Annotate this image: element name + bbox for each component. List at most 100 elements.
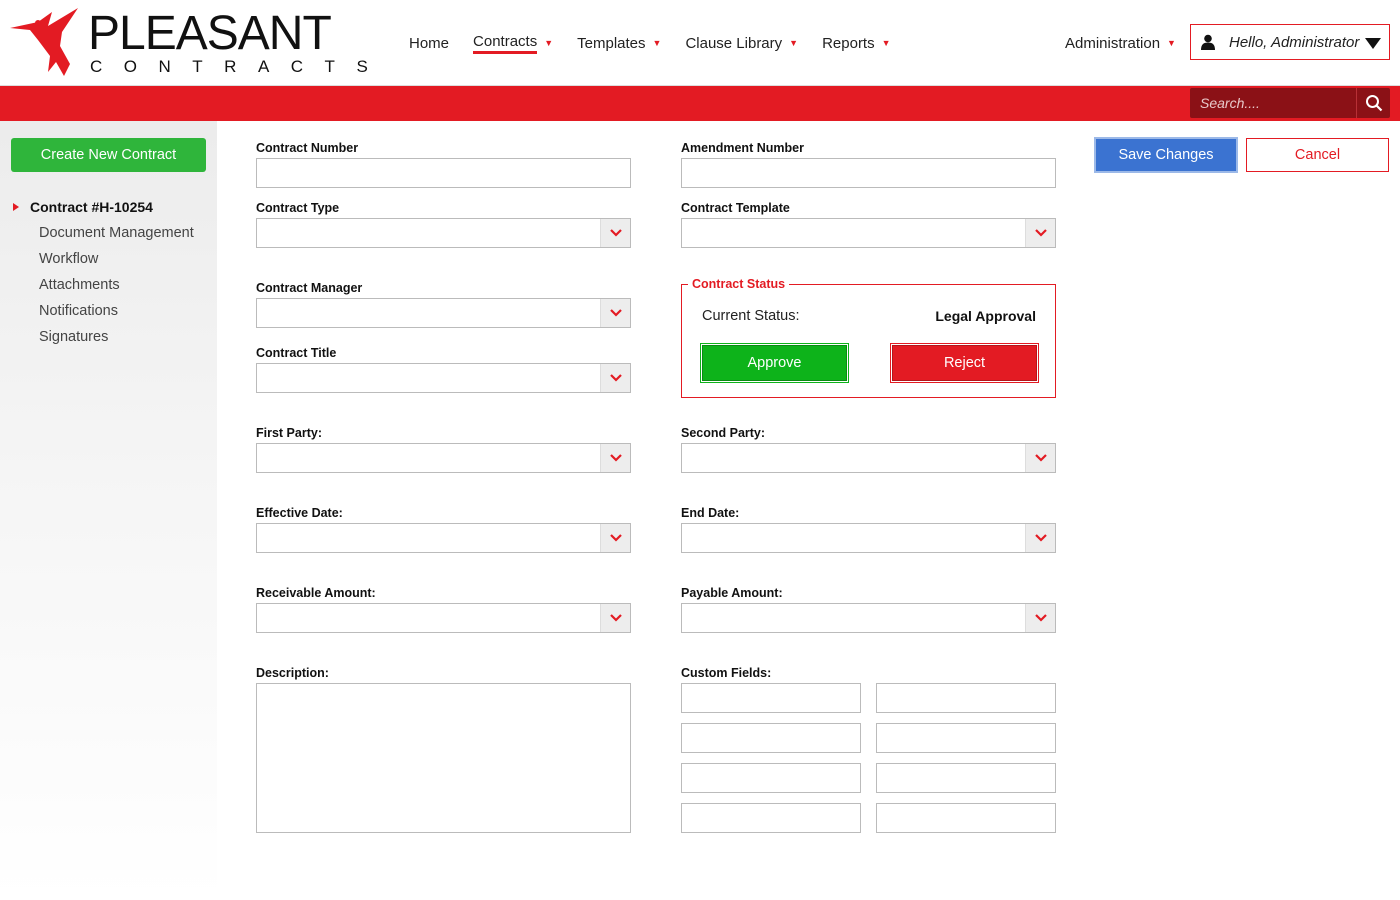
end-date-select[interactable]	[681, 523, 1056, 553]
sidebar-list: Document Management Workflow Attachments…	[39, 225, 194, 355]
description-input[interactable]	[257, 684, 630, 832]
amendment-number-field	[681, 158, 1056, 188]
nav-contracts-label: Contracts	[473, 33, 538, 54]
nav-home[interactable]: Home	[409, 32, 449, 54]
amendment-number-label: Amendment Number	[681, 141, 804, 155]
custom-field	[681, 803, 861, 833]
amendment-number-input[interactable]	[682, 159, 1055, 187]
caret-down-icon: ▼	[881, 38, 891, 48]
sidebar-current-contract-label: Contract #H-10254	[30, 199, 153, 215]
caret-down-icon: ▼	[1167, 38, 1176, 48]
nav-templates-label: Templates	[577, 34, 646, 52]
chevron-down-icon	[1025, 219, 1055, 247]
contract-number-field	[256, 158, 631, 188]
custom-fields-label: Custom Fields:	[681, 666, 772, 680]
chevron-down-icon	[600, 364, 630, 392]
contract-template-label: Contract Template	[681, 201, 790, 215]
search-bar	[0, 86, 1400, 121]
approve-button[interactable]: Approve	[700, 343, 849, 383]
logo-subtitle: CONTRACTS	[90, 57, 390, 76]
payable-amount-label: Payable Amount:	[681, 586, 783, 600]
contract-manager-label: Contract Manager	[256, 281, 363, 295]
hummingbird-icon	[10, 8, 78, 76]
custom-field-input[interactable]	[682, 684, 860, 712]
custom-field-input[interactable]	[682, 724, 860, 752]
search-input[interactable]	[1190, 88, 1356, 118]
nav-clause-library[interactable]: Clause Library ▼	[685, 32, 798, 54]
contract-type-label: Contract Type	[256, 201, 340, 215]
payable-amount-select[interactable]	[681, 603, 1056, 633]
current-status-value: Legal Approval	[935, 308, 1036, 324]
contract-number-label: Contract Number	[256, 141, 359, 155]
contract-status-legend: Contract Status	[688, 277, 790, 291]
dropdown-arrow-icon	[1365, 38, 1381, 49]
chevron-down-icon	[1025, 444, 1055, 472]
current-status-label: Current Status:	[702, 308, 800, 324]
sidebar-item-attachments[interactable]: Attachments	[39, 277, 194, 303]
caret-right-icon	[13, 203, 19, 211]
receivable-amount-select[interactable]	[256, 603, 631, 633]
first-party-label: First Party:	[256, 426, 322, 440]
custom-field	[681, 683, 861, 713]
contract-template-select[interactable]	[681, 218, 1056, 248]
chevron-down-icon	[1025, 604, 1055, 632]
custom-field	[681, 763, 861, 793]
sidebar-item-workflow[interactable]: Workflow	[39, 251, 194, 277]
sidebar-item-signatures[interactable]: Signatures	[39, 329, 194, 355]
custom-field-input[interactable]	[682, 804, 860, 832]
reject-button[interactable]: Reject	[890, 343, 1039, 383]
nav-administration-label: Administration	[1065, 34, 1161, 52]
chevron-down-icon	[600, 524, 630, 552]
custom-field-input[interactable]	[877, 804, 1055, 832]
contract-type-select[interactable]	[256, 218, 631, 248]
user-menu[interactable]: Hello, Administrator	[1190, 24, 1390, 60]
custom-field-input[interactable]	[877, 764, 1055, 792]
nav-reports[interactable]: Reports ▼	[822, 32, 890, 54]
chevron-down-icon	[1025, 524, 1055, 552]
nav-contracts[interactable]: Contracts ▼	[473, 32, 553, 54]
custom-field	[876, 763, 1056, 793]
user-icon	[1201, 34, 1215, 50]
custom-field-input[interactable]	[877, 724, 1055, 752]
nav-home-label: Home	[409, 34, 450, 52]
contract-number-input[interactable]	[257, 159, 630, 187]
search-button[interactable]	[1356, 88, 1390, 118]
effective-date-select[interactable]	[256, 523, 631, 553]
main-nav: Home Contracts ▼ Templates ▼ Clause Libr…	[409, 32, 915, 54]
end-date-label: End Date:	[681, 506, 740, 520]
nav-templates[interactable]: Templates ▼	[577, 32, 661, 54]
caret-down-icon: ▼	[652, 38, 662, 48]
nav-administration[interactable]: Administration ▼	[1065, 32, 1176, 54]
header: PLEASANT CONTRACTS Home Contracts ▼ Temp…	[0, 0, 1400, 86]
description-field	[256, 683, 631, 833]
sidebar-item-notifications[interactable]: Notifications	[39, 303, 194, 329]
contract-status-panel: Contract Status Current Status: Legal Ap…	[681, 277, 1056, 398]
save-changes-button[interactable]: Save Changes	[1094, 137, 1238, 173]
chevron-down-icon	[600, 604, 630, 632]
caret-down-icon: ▼	[544, 38, 554, 48]
custom-field	[876, 683, 1056, 713]
second-party-select[interactable]	[681, 443, 1056, 473]
description-label: Description:	[256, 666, 329, 680]
custom-field	[876, 723, 1056, 753]
logo-wordmark: PLEASANT	[88, 7, 332, 60]
contract-title-select[interactable]	[256, 363, 631, 393]
custom-field	[681, 723, 861, 753]
sidebar-current-contract[interactable]: Contract #H-10254	[13, 199, 153, 215]
nav-clause-library-label: Clause Library	[685, 34, 783, 52]
search-box	[1190, 88, 1390, 118]
create-contract-button[interactable]: Create New Contract	[11, 138, 206, 172]
user-greeting: Hello, Administrator	[1229, 33, 1360, 51]
first-party-select[interactable]	[256, 443, 631, 473]
chevron-down-icon	[600, 219, 630, 247]
search-icon	[1365, 95, 1382, 112]
sidebar-item-document-management[interactable]: Document Management	[39, 225, 194, 251]
custom-field	[876, 803, 1056, 833]
cancel-button[interactable]: Cancel	[1246, 138, 1389, 172]
contract-manager-select[interactable]	[256, 298, 631, 328]
effective-date-label: Effective Date:	[256, 506, 343, 520]
chevron-down-icon	[600, 444, 630, 472]
custom-field-input[interactable]	[877, 684, 1055, 712]
logo[interactable]: PLEASANT CONTRACTS	[8, 6, 368, 80]
custom-field-input[interactable]	[682, 764, 860, 792]
